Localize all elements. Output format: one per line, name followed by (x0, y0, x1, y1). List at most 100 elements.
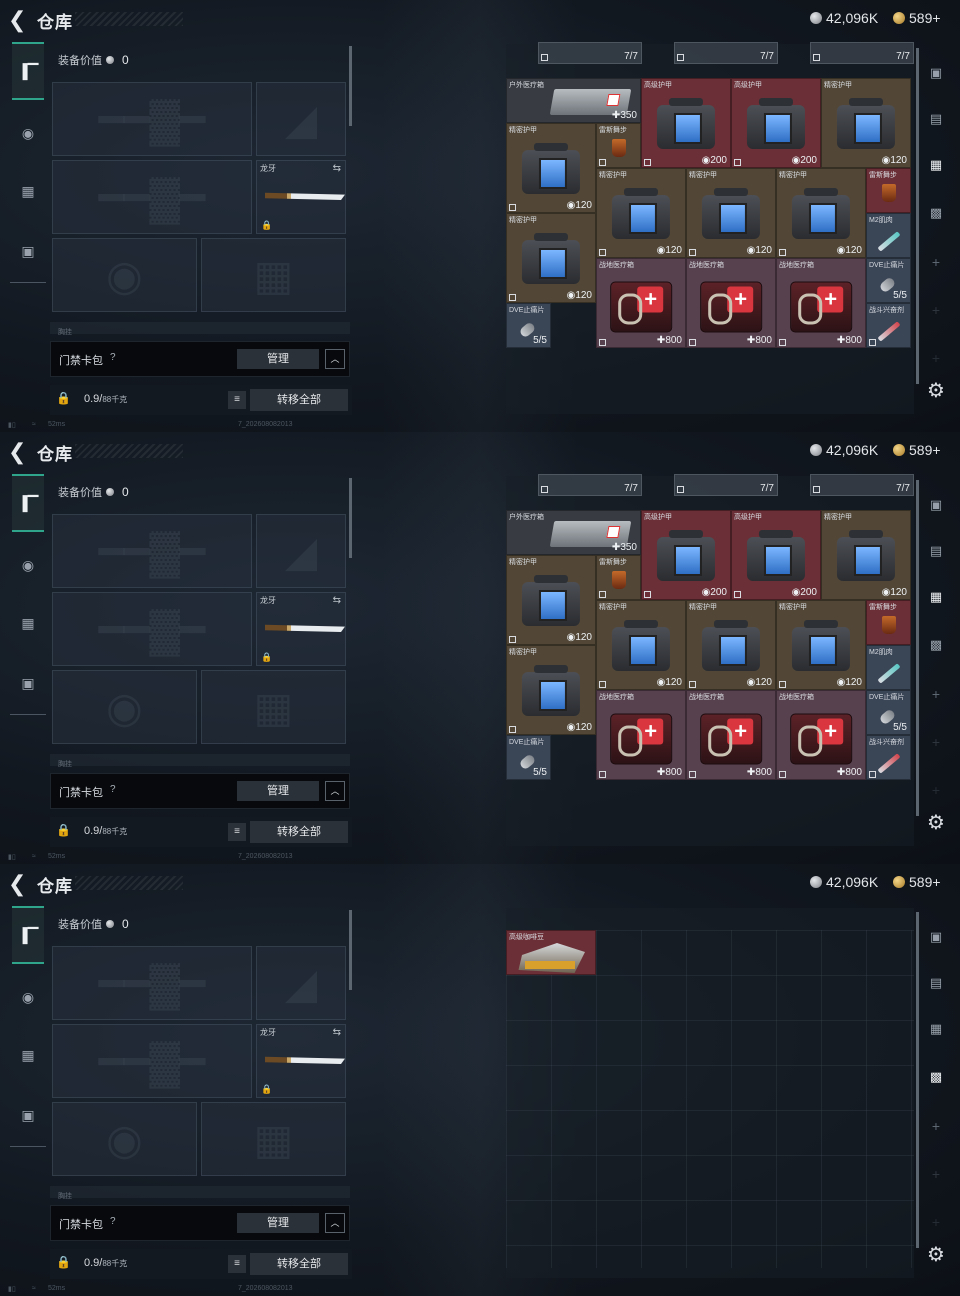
storage-scrollbar[interactable] (916, 912, 919, 1248)
storage-item-outdoor_med[interactable]: 户外医疗箱 ✚350 (506, 510, 641, 555)
storage-item-field_med_3[interactable]: 战地医疗箱 ✚800 (776, 690, 866, 780)
swap-icon[interactable]: ⇆ (333, 163, 341, 174)
back-button[interactable]: ❮ (8, 873, 32, 895)
add-storage-icon[interactable]: + (923, 1166, 949, 1182)
storage-item-field_med_2[interactable]: 战地医疗箱 ✚800 (686, 258, 776, 348)
backpack-icon[interactable]: ▣ (923, 924, 949, 950)
backpack-icon[interactable]: ▣ (923, 60, 949, 86)
primary-weapon-slot[interactable]: ━━▓━ (52, 946, 252, 1020)
melee-slot[interactable]: 龙牙 ⇆ 🔒 (256, 160, 346, 234)
transfer-all-button[interactable]: 转移全部 (250, 821, 348, 843)
storage-item-field_med_1[interactable]: 战地医疗箱 ✚800 (596, 258, 686, 348)
storage-item-armor_prec_c[interactable]: 精密护甲 ◉120 (596, 600, 686, 690)
gear-icon[interactable]: ⚙ (922, 810, 950, 836)
storage-1-icon[interactable]: ▤ (923, 106, 949, 132)
rail-helmet-tab[interactable]: ◉ (12, 968, 44, 1026)
storage-2-add-icon[interactable]: ▦ (923, 1016, 949, 1042)
equipment-scrollbar[interactable] (349, 910, 352, 990)
storage-3-icon[interactable]: ▩ (923, 1064, 949, 1090)
gear-icon[interactable]: ⚙ (922, 378, 950, 404)
swap-icon[interactable]: ⇆ (333, 1027, 341, 1038)
storage-item-armor_high_2[interactable]: 高级护甲 ◉200 (731, 510, 821, 600)
manage-button[interactable]: 管理 (237, 781, 319, 801)
back-button[interactable]: ❮ (8, 441, 32, 463)
storage-item-armor_prec_b[interactable]: 精密护甲 ◉120 (506, 555, 596, 645)
storage-item-armor_prec_f[interactable]: 精密护甲 ◉120 (506, 645, 596, 735)
swap-icon[interactable]: ⇆ (333, 595, 341, 606)
add-storage-icon[interactable]: + (923, 782, 949, 798)
gear-container[interactable]: 7/7 (810, 42, 914, 64)
add-storage-icon[interactable]: + (923, 350, 949, 366)
storage-2-add-icon[interactable]: ▦ (923, 584, 949, 610)
storage-item-field_med_1[interactable]: 战地医疗箱 ✚800 (596, 690, 686, 780)
melee-slot[interactable]: 龙牙 ⇆ 🔒 (256, 1024, 346, 1098)
rail-helmet-tab[interactable]: ◉ (12, 536, 44, 594)
help-icon[interactable]: ? (110, 784, 116, 795)
add-storage-icon[interactable]: + (923, 254, 949, 270)
helmet-slot[interactable]: ◉ (52, 670, 197, 744)
rail-weapons-tab[interactable]: ▐▔ (12, 42, 44, 100)
lock-icon[interactable]: 🔒 (56, 1255, 71, 1269)
storage-item-armor_high_2[interactable]: 高级护甲 ◉200 (731, 78, 821, 168)
rail-vest-tab[interactable]: ▦ (12, 162, 44, 220)
storage-item-armor_prec_d[interactable]: 精密护甲 ◉120 (686, 168, 776, 258)
storage-item-drink_2[interactable]: 雷斯舞步 (866, 600, 911, 645)
gear-container[interactable]: 7/7 (674, 42, 778, 64)
melee-slot[interactable]: 龙牙 ⇆ 🔒 (256, 592, 346, 666)
gear-container[interactable]: 7/7 (538, 474, 642, 496)
storage-item-field_med_3[interactable]: 战地医疗箱 ✚800 (776, 258, 866, 348)
storage-item-armor_prec_f[interactable]: 精密护甲 ◉120 (506, 213, 596, 303)
add-storage-icon[interactable]: + (923, 734, 949, 750)
helmet-slot[interactable]: ◉ (52, 1102, 197, 1176)
backpack-icon[interactable]: ▣ (923, 492, 949, 518)
armor-slot[interactable]: ▦ (201, 238, 346, 312)
armor-slot[interactable]: ▦ (201, 1102, 346, 1176)
list-icon[interactable]: ≡ (228, 1255, 246, 1273)
storage-3-icon[interactable]: ▩ (923, 200, 949, 226)
storage-item-coffee[interactable]: 高级咖啡豆 (506, 930, 596, 975)
storage-3-icon[interactable]: ▩ (923, 632, 949, 658)
armor-slot[interactable]: ▦ (201, 670, 346, 744)
storage-scrollbar[interactable] (916, 48, 919, 384)
list-icon[interactable]: ≡ (228, 823, 246, 841)
lock-icon[interactable]: 🔒 (56, 391, 71, 405)
gold-currency[interactable]: 589+ (893, 442, 941, 458)
storage-scrollbar[interactable] (916, 480, 919, 816)
secondary-weapon-slot[interactable]: ━━▓━ (52, 1024, 252, 1098)
storage-item-combat_stim[interactable]: 战斗兴奋剂 (866, 303, 911, 348)
rail-weapons-tab[interactable]: ▐▔ (12, 474, 44, 532)
back-button[interactable]: ❮ (8, 9, 32, 31)
storage-item-outdoor_med[interactable]: 户外医疗箱 ✚350 (506, 78, 641, 123)
rail-case-tab[interactable]: ▣ (12, 1086, 44, 1144)
rail-case-tab[interactable]: ▣ (12, 222, 44, 280)
equipment-scrollbar[interactable] (349, 478, 352, 558)
secondary-weapon-slot[interactable]: ━━▓━ (52, 160, 252, 234)
help-icon[interactable]: ? (110, 352, 116, 363)
storage-1-icon[interactable]: ▤ (923, 538, 949, 564)
secondary-weapon-slot[interactable]: ━━▓━ (52, 592, 252, 666)
storage-1-icon[interactable]: ▤ (923, 970, 949, 996)
pistol-slot[interactable]: ◢ (256, 514, 346, 588)
storage-item-armor_high_1[interactable]: 高级护甲 ◉200 (641, 510, 731, 600)
expand-chevron-icon[interactable]: ︿ (325, 1213, 345, 1233)
transfer-all-button[interactable]: 转移全部 (250, 389, 348, 411)
rail-vest-tab[interactable]: ▦ (12, 1026, 44, 1084)
rail-vest-tab[interactable]: ▦ (12, 594, 44, 652)
helmet-slot[interactable]: ◉ (52, 238, 197, 312)
gear-icon[interactable]: ⚙ (922, 1242, 950, 1268)
rail-case-tab[interactable]: ▣ (12, 654, 44, 712)
storage-item-dve_1[interactable]: DVE止痛片 5/5 (866, 258, 911, 303)
storage-2-add-icon[interactable]: ▦ (923, 152, 949, 178)
storage-item-armor_prec_e[interactable]: 精密护甲 ◉120 (776, 168, 866, 258)
pistol-slot[interactable]: ◢ (256, 946, 346, 1020)
storage-item-armor_high_1[interactable]: 高级护甲 ◉200 (641, 78, 731, 168)
transfer-all-button[interactable]: 转移全部 (250, 1253, 348, 1275)
storage-item-armor_prec_e[interactable]: 精密护甲 ◉120 (776, 600, 866, 690)
storage-item-armor_prec_a[interactable]: 精密护甲 ◉120 (821, 510, 911, 600)
add-storage-icon[interactable]: + (923, 1214, 949, 1230)
storage-item-armor_prec_d[interactable]: 精密护甲 ◉120 (686, 600, 776, 690)
storage-item-dve_2[interactable]: DVE止痛片 5/5 (506, 303, 551, 348)
list-icon[interactable]: ≡ (228, 391, 246, 409)
rail-weapons-tab[interactable]: ▐▔ (12, 906, 44, 964)
add-storage-icon[interactable]: + (923, 1118, 949, 1134)
